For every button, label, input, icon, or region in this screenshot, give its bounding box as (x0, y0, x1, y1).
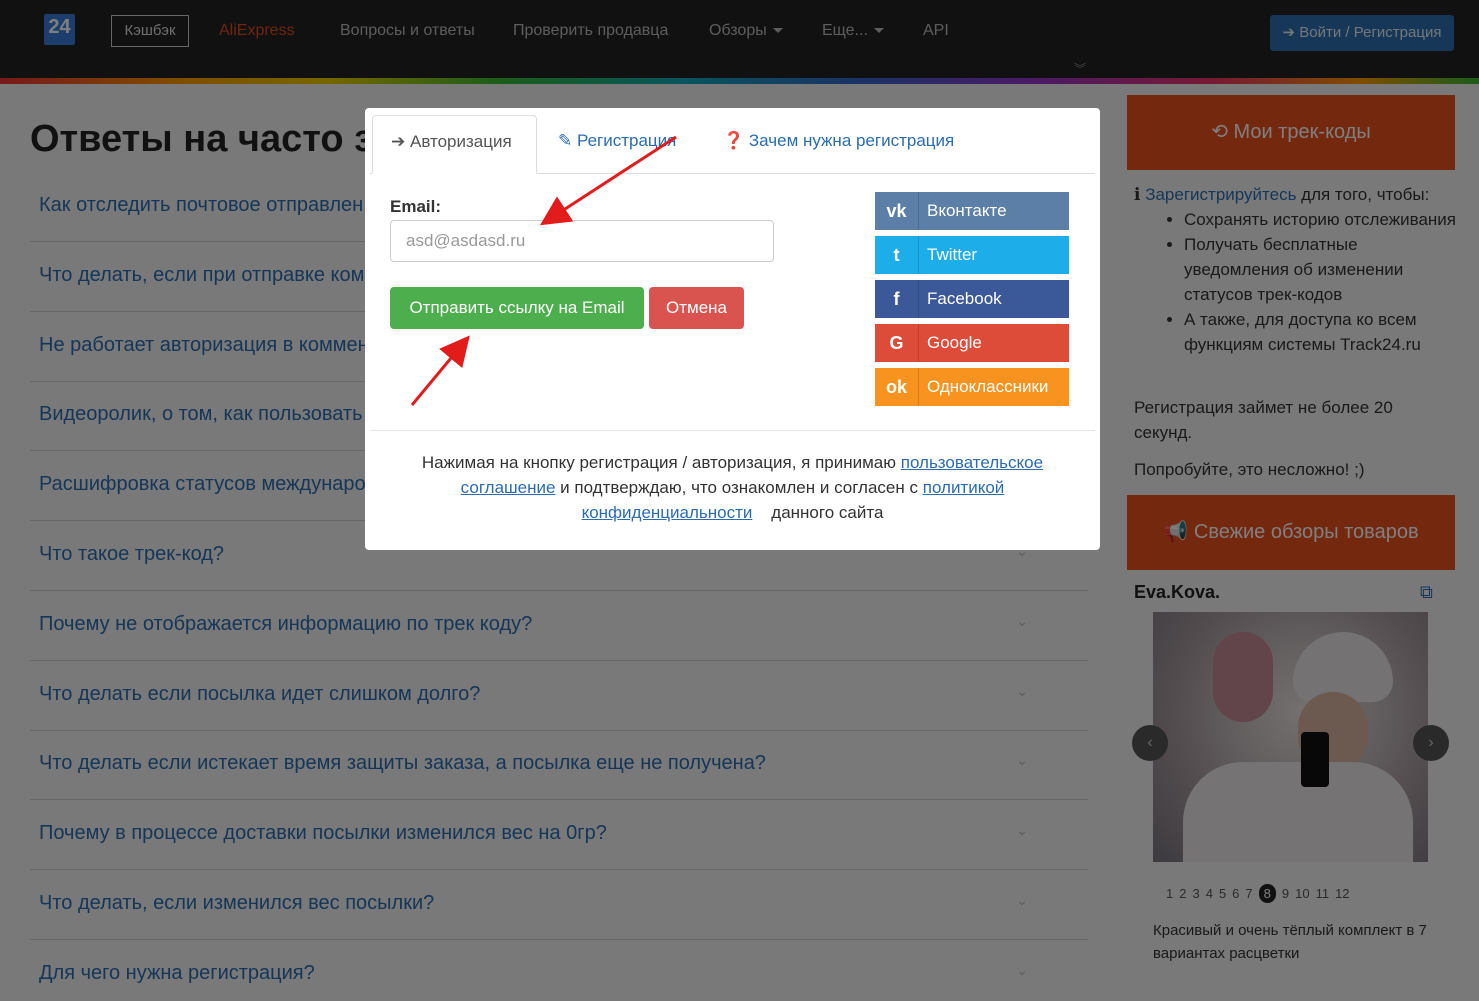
tab-authorization[interactable]: ➔ Авторизация (372, 115, 537, 174)
terms-text-3: данного сайта (752, 503, 884, 522)
email-input[interactable] (390, 220, 774, 262)
cancel-button[interactable]: Отмена (649, 287, 744, 329)
tab-why-register[interactable]: ❓ Зачем нужна регистрация (723, 115, 954, 174)
social-login-label: Вконтакте (927, 201, 1007, 220)
social-login-label: Одноклассники (927, 377, 1049, 396)
social-login-twitter[interactable]: t Twitter (875, 236, 1069, 274)
facebook-icon: f (875, 280, 919, 318)
question-circle-icon: ❓ (723, 131, 745, 150)
tab-authorization-label: Авторизация (409, 132, 512, 151)
tab-why-register-label: Зачем нужна регистрация (748, 131, 955, 150)
vk-icon: vk (875, 192, 919, 230)
modal-tabs: ➔ Авторизация ✎ Регистрация ❓ Зачем нужн… (370, 115, 1095, 174)
auth-modal: ➔ Авторизация ✎ Регистрация ❓ Зачем нужн… (365, 108, 1100, 550)
sign-in-icon: ➔ (391, 132, 406, 151)
terms-text-2: и подтверждаю, что ознакомлен и согласен… (555, 478, 923, 497)
email-label: Email: (390, 197, 442, 216)
terms-notice: Нажимая на кнопку регистрация / авториза… (405, 450, 1060, 525)
social-login-google[interactable]: G Google (875, 324, 1069, 362)
modal-divider (370, 430, 1095, 431)
social-login-label: Google (927, 333, 982, 352)
social-login-label: Facebook (927, 289, 1002, 308)
google-icon: G (875, 324, 919, 362)
pencil-icon: ✎ (558, 131, 573, 150)
odnoklassniki-icon: ok (875, 368, 919, 406)
social-login-facebook[interactable]: f Facebook (875, 280, 1069, 318)
twitter-icon: t (875, 236, 919, 274)
social-login-vk[interactable]: vk Вконтакте (875, 192, 1069, 230)
terms-text-1: Нажимая на кнопку регистрация / авториза… (421, 453, 901, 472)
send-email-link-button[interactable]: Отправить ссылку на Email (390, 287, 644, 329)
tab-registration-label: Регистрация (576, 131, 677, 150)
social-login-label: Twitter (927, 245, 978, 264)
tab-registration[interactable]: ✎ Регистрация (558, 115, 676, 174)
social-login-odnoklassniki[interactable]: ok Одноклассники (875, 368, 1069, 406)
